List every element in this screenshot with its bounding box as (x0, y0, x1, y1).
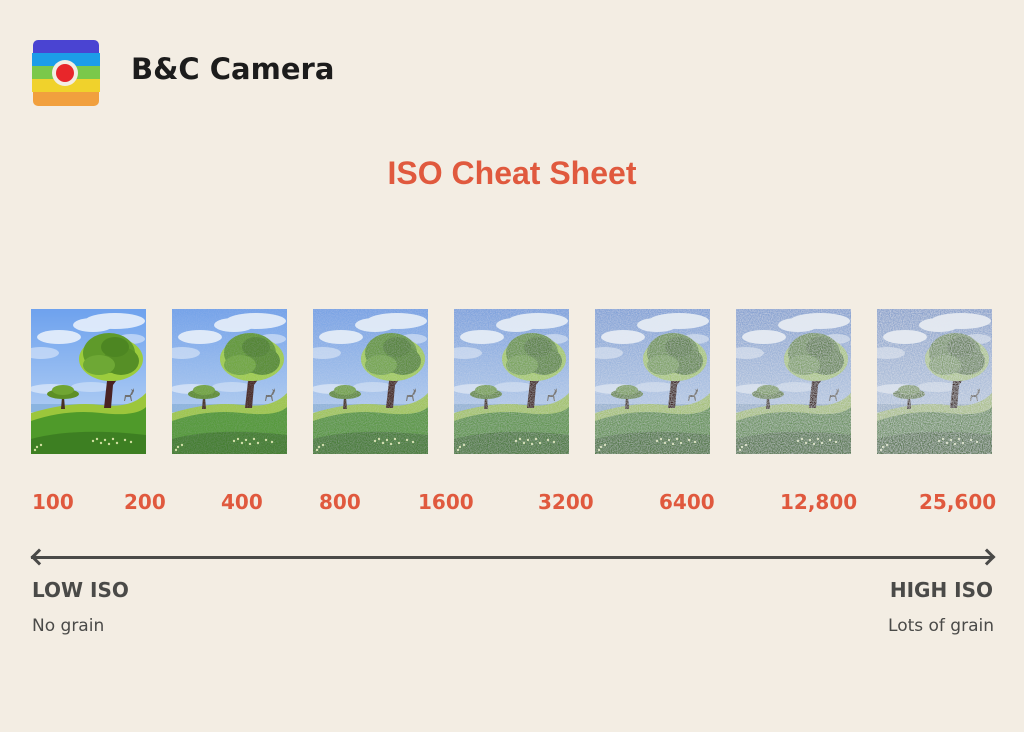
iso-value: 200 (124, 490, 166, 514)
iso-value: 400 (221, 490, 263, 514)
iso-sample-photo (313, 309, 428, 454)
iso-value: 1600 (418, 490, 474, 514)
iso-sample-photo (31, 309, 146, 454)
high-iso-description: Lots of grain (888, 616, 994, 636)
iso-sample-photo (595, 309, 710, 454)
iso-value: 25,600 (919, 490, 997, 514)
iso-sample-photo (172, 309, 287, 454)
low-iso-label: LOW ISO (32, 578, 129, 602)
high-iso-label: HIGH ISO (889, 578, 993, 602)
arrow-left-icon (30, 548, 48, 566)
logo-stripe-orange (33, 92, 99, 106)
camera-lens-icon (56, 64, 74, 82)
iso-sample-photo (736, 309, 851, 454)
iso-value: 800 (319, 490, 361, 514)
brand-name: B&C Camera (131, 52, 335, 86)
iso-value: 12,800 (780, 490, 858, 514)
iso-sample-photo (454, 309, 569, 454)
iso-sample-photo (877, 309, 992, 454)
brand-logo (32, 40, 100, 106)
logo-stripe-indigo (33, 40, 99, 54)
iso-value: 100 (32, 490, 74, 514)
iso-value: 3200 (538, 490, 594, 514)
iso-value: 6400 (659, 490, 715, 514)
iso-scale-line (31, 556, 993, 559)
low-iso-description: No grain (32, 616, 105, 636)
page-title: ISO Cheat Sheet (387, 155, 637, 191)
arrow-right-icon (978, 548, 996, 566)
